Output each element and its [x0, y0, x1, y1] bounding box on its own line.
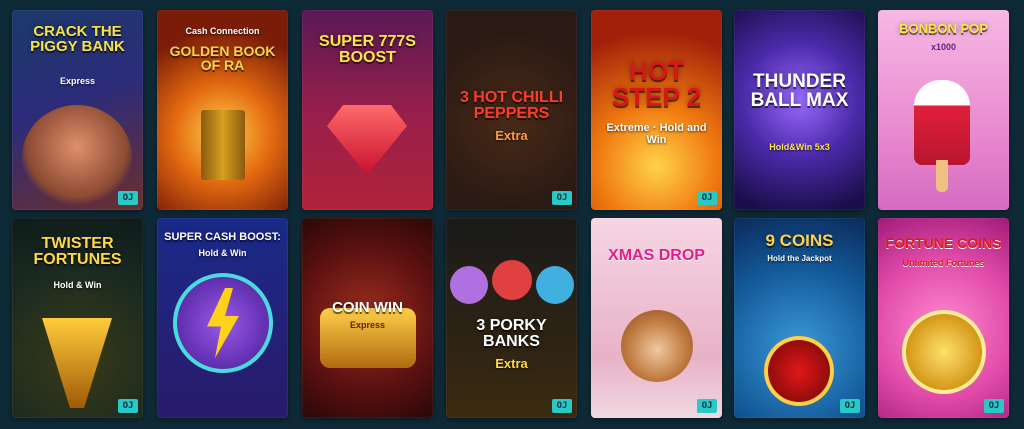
game-title: Twister Fortunes [33, 235, 122, 268]
game-subtitle: Express [59, 76, 96, 86]
game-subtitle: Hold&Win 5x3 [769, 142, 830, 152]
game-tile-9-coins[interactable]: 9 Coins Hold the Jackpot OJ [734, 218, 865, 418]
twister-art [42, 318, 112, 408]
game-tile-twister-fortunes[interactable]: Twister Fortunes Hold & Win OJ [12, 218, 143, 418]
game-subtitle: Cash Connection [185, 26, 260, 36]
game-title: Super Cash Boost: [164, 231, 281, 243]
game-title: 9 Coins [765, 231, 834, 250]
game-subtitle: Hold the Jackpot [767, 254, 832, 263]
game-tile-super-777s-boost[interactable]: Super 777s Boost [302, 10, 433, 210]
game-title: 3 Hot Chilli Peppers [459, 89, 564, 122]
pig-icon [536, 266, 574, 304]
game-subtitle: Extreme · Hold and Win [606, 122, 707, 146]
game-subtitle: Unlimited Fortunes [902, 258, 985, 268]
pig-icon [450, 266, 488, 304]
provider-badge: OJ [552, 191, 572, 205]
game-subtitle: Hold & Win [53, 280, 102, 290]
provider-badge: OJ [697, 399, 717, 413]
character-art [22, 105, 132, 210]
game-tile-super-cash-boost[interactable]: Super Cash Boost: Hold & Win [157, 218, 288, 418]
popsicle-stick [936, 160, 948, 192]
game-tile-3-porky-banks[interactable]: 3 Porky Banks Extra OJ [446, 218, 577, 418]
game-title: Hot Step 2 [611, 56, 702, 112]
game-subtitle: Hold & Win [198, 248, 247, 258]
game-tile-coin-win[interactable]: Coin Win Express [302, 218, 433, 418]
game-grid: Crack the Piggy Bank Express OJ Cash Con… [0, 0, 1024, 429]
game-title: Fortune Coins [885, 235, 1002, 251]
pig-icon [492, 260, 532, 300]
game-title: Golden Book of Ra [169, 43, 276, 73]
game-tile-golden-book-of-ra[interactable]: Cash Connection Golden Book of Ra [157, 10, 288, 210]
train-art [320, 308, 416, 368]
game-tile-hot-step-2[interactable]: Hot Step 2 Extreme · Hold and Win OJ [591, 10, 722, 210]
game-tile-crack-the-piggy-bank[interactable]: Crack the Piggy Bank Express OJ [12, 10, 143, 210]
bear-art [621, 310, 693, 382]
game-subtitle: Express [349, 320, 386, 330]
game-title: Crack the Piggy Bank [30, 23, 125, 55]
provider-badge: OJ [984, 399, 1004, 413]
provider-badge: OJ [118, 399, 138, 413]
game-tile-thunder-ball-max[interactable]: Thunder Ball Max Hold&Win 5x3 [734, 10, 865, 210]
game-title: Xmas Drop [608, 247, 705, 264]
coin-icon [764, 336, 834, 406]
game-subtitle: x1000 [930, 42, 957, 52]
diamond-icon [327, 105, 407, 175]
game-tile-3-hot-chilli-peppers[interactable]: 3 Hot Chilli Peppers Extra OJ [446, 10, 577, 210]
game-subtitle: Extra [495, 356, 528, 371]
game-title: Thunder Ball Max [750, 71, 849, 111]
provider-badge: OJ [840, 399, 860, 413]
popsicle-art [914, 80, 970, 165]
game-title: 3 Porky Banks [476, 317, 547, 350]
game-tile-xmas-drop[interactable]: Xmas Drop OJ [591, 218, 722, 418]
game-tile-fortune-coins[interactable]: Fortune Coins Unlimited Fortunes OJ [878, 218, 1009, 418]
game-title: Bonbon Pop [899, 21, 988, 36]
coin-icon [902, 310, 986, 394]
game-subtitle: Extra [495, 128, 528, 143]
provider-badge: OJ [552, 399, 572, 413]
game-title: Super 777s Boost [319, 33, 416, 66]
book-art [201, 110, 245, 180]
game-tile-bonbon-pop[interactable]: Bonbon Pop x1000 [878, 10, 1009, 210]
provider-badge: OJ [118, 191, 138, 205]
provider-badge: OJ [697, 191, 717, 205]
game-title: Coin Win [332, 299, 403, 316]
